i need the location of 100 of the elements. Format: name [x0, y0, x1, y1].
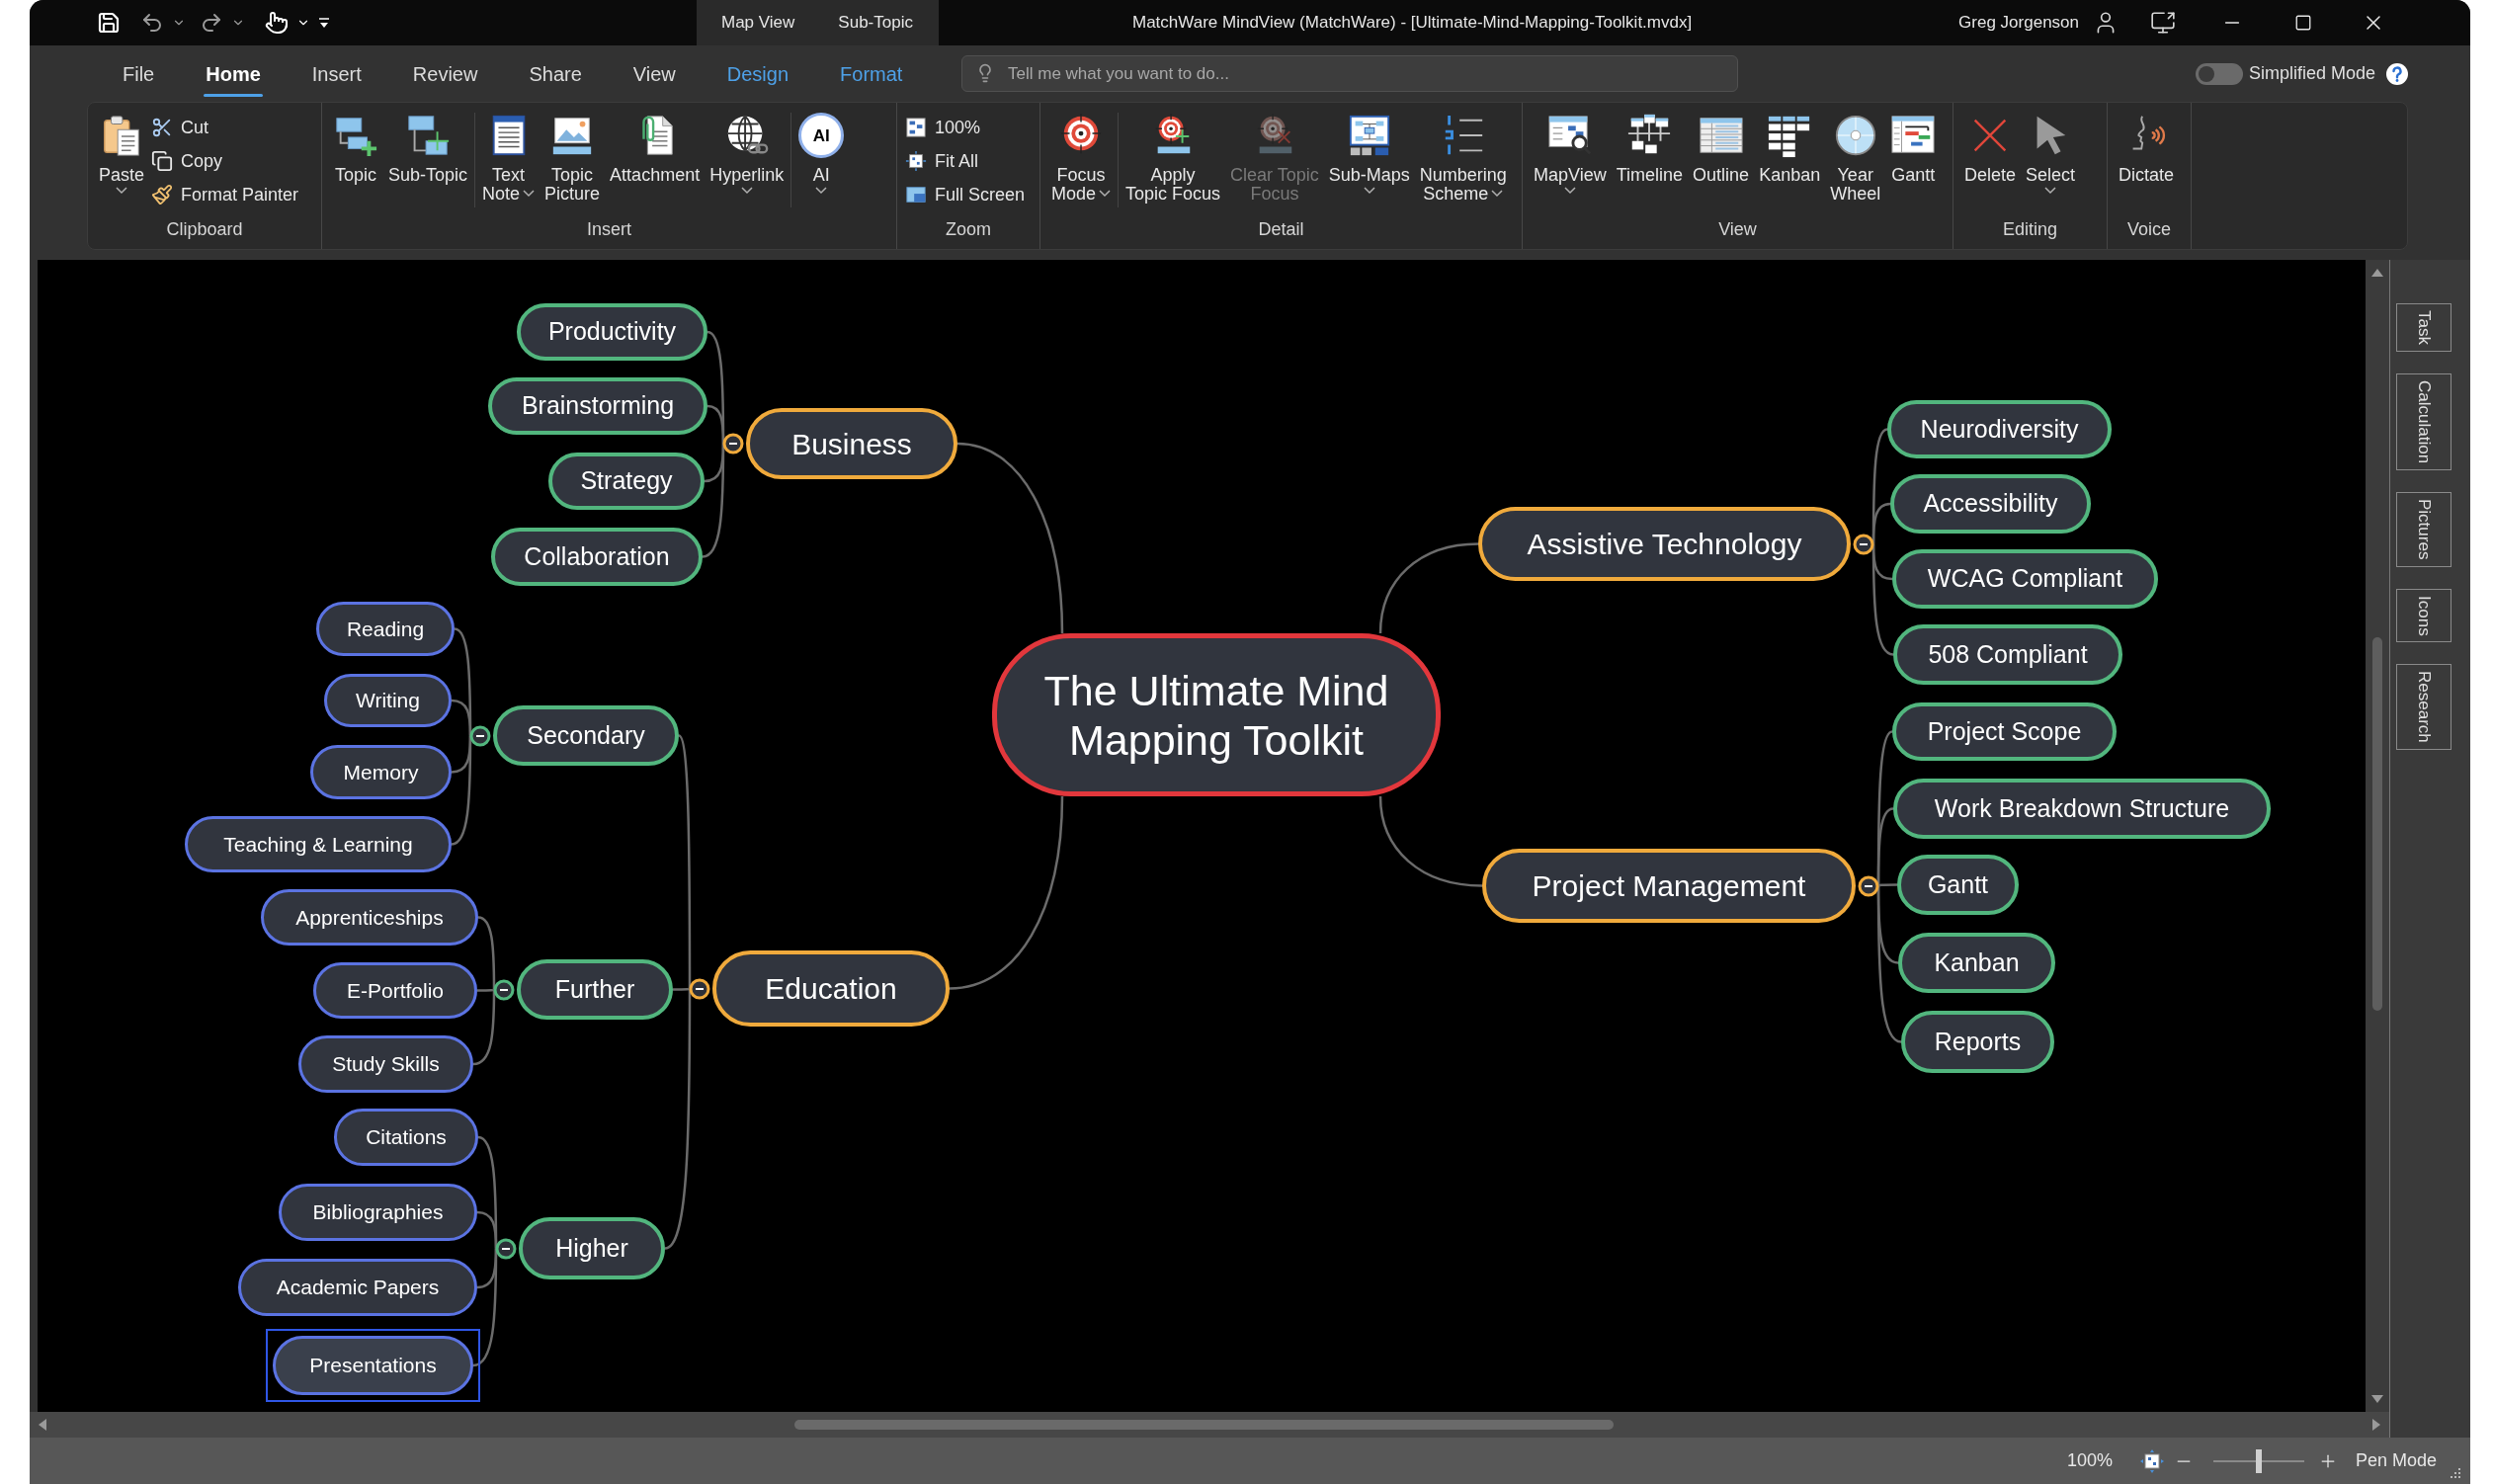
simplified-mode-switch[interactable] — [2195, 62, 2243, 85]
subtopic[interactable]: E-Portfolio — [313, 962, 477, 1019]
save-icon[interactable] — [97, 11, 121, 35]
subtopic[interactable]: Apprenticeships — [261, 889, 478, 946]
subtopic[interactable]: Writing — [324, 674, 452, 727]
scroll-left-icon[interactable] — [38, 1418, 47, 1432]
user-name[interactable]: Greg Jorgenson — [1958, 10, 2079, 36]
collapse-toggle-icon[interactable] — [495, 1237, 517, 1260]
ribbon-tab[interactable]: Share — [507, 45, 604, 102]
subtopic[interactable]: Gantt — [1897, 855, 2019, 915]
subtopic[interactable]: Project Scope — [1892, 702, 2117, 761]
maximize-icon[interactable] — [2294, 14, 2312, 32]
subtopic[interactable]: Kanban — [1898, 933, 2055, 993]
resize-grip-icon[interactable] — [2449, 1466, 2462, 1480]
focus-mode-button[interactable]: Focus Mode — [1048, 113, 1115, 204]
format-painter-button[interactable]: Format Painter — [151, 180, 299, 209]
screen-share-icon[interactable] — [2150, 10, 2176, 36]
collapse-toggle-icon[interactable] — [722, 433, 744, 454]
subtopic[interactable]: WCAG Compliant — [1892, 549, 2158, 609]
ribbon-tab[interactable]: View — [611, 45, 698, 102]
zoom-fit-icon[interactable] — [2139, 1448, 2164, 1473]
central-topic[interactable]: The Ultimate Mind Mapping Toolkit — [992, 633, 1441, 796]
scrollbar-thumb[interactable] — [794, 1420, 1614, 1430]
ribbon-tab[interactable]: File — [101, 45, 177, 102]
ribbon-tab[interactable]: Design — [705, 45, 811, 102]
subtopic[interactable]: Presentations — [273, 1336, 473, 1395]
side-panel-tab[interactable]: Calculation — [2396, 372, 2451, 471]
scroll-right-icon[interactable] — [2371, 1418, 2381, 1432]
topic-picture-button[interactable]: Topic Picture — [541, 113, 604, 204]
help-icon[interactable] — [2385, 61, 2409, 86]
scrollbar-thumb[interactable] — [2372, 637, 2382, 1011]
subtopic[interactable]: Academic Papers — [238, 1259, 477, 1316]
select-button[interactable]: Select — [2023, 113, 2079, 195]
collapse-toggle-icon[interactable] — [469, 724, 491, 747]
main-topic[interactable]: Education — [712, 950, 950, 1027]
delete-button[interactable]: Delete — [1961, 113, 2020, 185]
apply-topic-focus-button[interactable]: Apply Topic Focus — [1122, 113, 1224, 204]
ribbon-tab[interactable]: Insert — [290, 45, 383, 102]
subtopic[interactable]: Higher — [519, 1217, 665, 1279]
hand-pointer-icon[interactable] — [265, 11, 289, 35]
subtopic[interactable]: Productivity — [517, 303, 707, 361]
outline-button[interactable]: Outline — [1690, 113, 1753, 185]
paste-button[interactable]: Paste — [96, 113, 148, 195]
subtopic[interactable]: Further — [517, 959, 673, 1020]
scroll-up-icon[interactable] — [2370, 268, 2384, 278]
undo-icon[interactable] — [140, 11, 164, 35]
numbering-scheme-button[interactable]: Numbering Scheme — [1416, 113, 1510, 204]
pen-mode-label[interactable]: Pen Mode — [2355, 1447, 2437, 1474]
subtopic[interactable]: Citations — [334, 1109, 478, 1166]
subtopic[interactable]: Brainstorming — [488, 377, 707, 435]
subtopic[interactable]: Neurodiversity — [1887, 400, 2112, 458]
fit-all-button[interactable]: Fit All — [905, 146, 1026, 176]
year-wheel-button[interactable]: Year Wheel — [1827, 113, 1884, 204]
subtopic[interactable]: Reading — [316, 602, 455, 656]
ribbon-tab[interactable]: Format — [818, 45, 925, 102]
menu-caret-icon[interactable] — [318, 16, 330, 30]
search-field[interactable]: Tell me what you want to do... — [961, 55, 1738, 92]
subtopic[interactable]: Study Skills — [298, 1035, 473, 1093]
sub-topic-button[interactable]: Sub-Topic — [385, 113, 471, 185]
side-panel-tab[interactable]: Task — [2396, 303, 2451, 352]
subtopic[interactable]: 508 Compliant — [1893, 624, 2122, 685]
subtopic[interactable]: Collaboration — [491, 528, 703, 586]
side-panel-tab[interactable]: Pictures — [2396, 492, 2451, 567]
subtopic[interactable]: Secondary — [493, 705, 679, 766]
collapse-toggle-icon[interactable] — [1858, 874, 1879, 897]
timeline-button[interactable]: Timeline — [1613, 113, 1687, 185]
collapse-toggle-icon[interactable] — [689, 977, 710, 1000]
side-panel-tab[interactable]: Icons — [2396, 588, 2451, 643]
ribbon-tab[interactable]: Review — [390, 45, 500, 102]
topic-button[interactable]: Topic — [330, 113, 381, 185]
vertical-scrollbar[interactable] — [2366, 260, 2389, 1412]
zoom-100-button[interactable]: 100% — [905, 113, 1026, 142]
main-topic[interactable]: Business — [746, 408, 957, 479]
horizontal-scrollbar[interactable] — [30, 1412, 2389, 1438]
subtopic[interactable]: Accessibility — [1890, 474, 2091, 534]
gantt-button[interactable]: Gantt — [1887, 113, 1940, 185]
mapview-button[interactable]: MapView — [1531, 113, 1610, 195]
scroll-down-icon[interactable] — [2370, 1394, 2384, 1404]
subtopic[interactable]: Work Breakdown Structure — [1893, 779, 2271, 839]
text-note-button[interactable]: Text Note — [479, 113, 539, 204]
slider-thumb[interactable] — [2255, 1448, 2262, 1473]
kanban-button[interactable]: Kanban — [1756, 113, 1824, 185]
side-panel-tab[interactable]: Research — [2396, 664, 2451, 750]
main-topic[interactable]: Project Management — [1482, 849, 1856, 923]
cut-button[interactable]: Cut — [151, 113, 299, 142]
sub-maps-button[interactable]: Sub-Maps — [1325, 113, 1413, 195]
full-screen-button[interactable]: Full Screen — [905, 180, 1026, 209]
hyperlink-button[interactable]: Hyperlink — [706, 113, 788, 195]
subtopic[interactable]: Teaching & Learning — [185, 816, 452, 872]
dictate-button[interactable]: Dictate — [2116, 113, 2178, 185]
ai-button[interactable]: AI AI — [795, 113, 848, 195]
main-topic[interactable]: Assistive Technology — [1478, 507, 1851, 581]
subtopic[interactable]: Memory — [310, 745, 452, 799]
redo-icon[interactable] — [200, 11, 223, 35]
subtopic[interactable]: Strategy — [548, 453, 705, 510]
ribbon-tab[interactable]: Home — [184, 45, 283, 102]
copy-button[interactable]: Copy — [151, 146, 299, 176]
subtopic[interactable]: Reports — [1901, 1011, 2054, 1073]
collapse-toggle-icon[interactable] — [1853, 533, 1874, 555]
zoom-slider[interactable] — [2212, 1448, 2304, 1473]
